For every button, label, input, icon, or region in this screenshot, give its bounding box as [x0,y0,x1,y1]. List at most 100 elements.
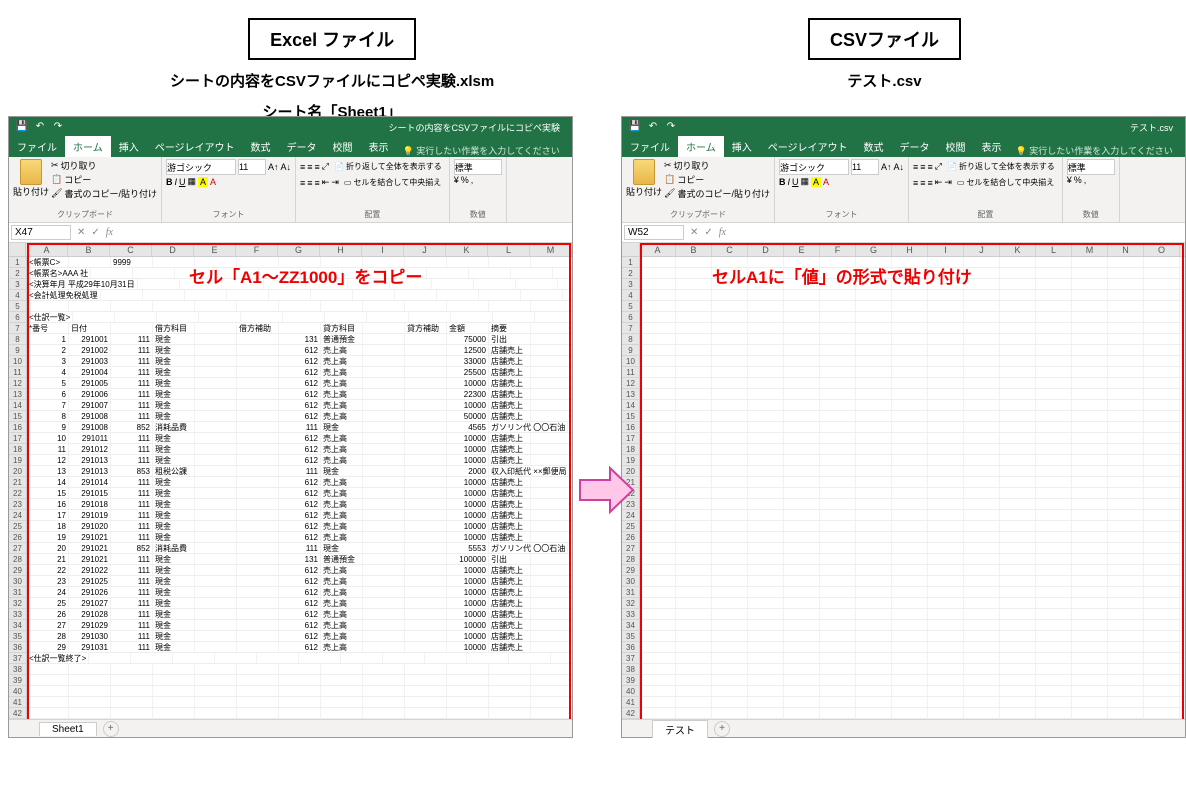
table-row[interactable]: 23291025111現金612売上高10000店舗売上 [27,576,572,587]
col-header[interactable]: M [530,243,572,256]
number-format-select[interactable] [1067,159,1115,175]
table-row[interactable] [27,675,572,686]
undo-icon[interactable]: ↶ [33,120,47,134]
table-row[interactable] [640,697,1185,708]
ribbon-search[interactable]: 💡 実行したい作業を入力してください [403,144,560,157]
table-row[interactable] [640,433,1185,444]
align-right-icon[interactable]: ≡ [928,178,933,188]
row-header[interactable]: 1 [9,257,27,268]
align-center-icon[interactable]: ≡ [920,178,925,188]
row-header[interactable]: 10 [622,356,640,367]
shrink-font-icon[interactable]: A↓ [893,162,904,172]
tab-data[interactable]: データ [279,136,325,157]
row-header[interactable]: 40 [622,686,640,697]
shrink-font-icon[interactable]: A↓ [280,162,291,172]
add-sheet-button[interactable]: + [714,721,730,737]
fill-color-button[interactable]: A [811,177,821,187]
table-row[interactable] [640,543,1185,554]
grid[interactable]: ABCDEFGHIJKLMNO 123456789101112131415161… [622,243,1185,719]
add-sheet-button[interactable]: + [103,721,119,737]
table-row[interactable] [640,565,1185,576]
col-header[interactable]: I [928,243,964,256]
col-header[interactable]: D [152,243,194,256]
row-header[interactable]: 34 [622,620,640,631]
table-row[interactable] [27,697,572,708]
row-header[interactable]: 33 [622,609,640,620]
row-header[interactable]: 16 [622,422,640,433]
table-row[interactable]: 5291005111現金612売上高10000店舗売上 [27,378,572,389]
table-row[interactable] [640,587,1185,598]
align-mid-icon[interactable]: ≡ [307,162,312,172]
table-row[interactable]: 16291018111現金612売上高10000店舗売上 [27,499,572,510]
align-top-icon[interactable]: ≡ [300,162,305,172]
row-header[interactable]: 32 [9,598,27,609]
underline-button[interactable]: U [179,177,186,187]
row-header[interactable]: 23 [9,499,27,510]
tab-data[interactable]: データ [892,136,938,157]
row-header[interactable]: 21 [9,477,27,488]
row-header[interactable]: 32 [622,598,640,609]
table-row[interactable]: 26291028111現金612売上高10000店舗売上 [27,609,572,620]
col-header[interactable]: J [404,243,446,256]
row-header[interactable]: 7 [622,323,640,334]
font-size-select[interactable] [851,159,879,175]
row-header[interactable]: 8 [9,334,27,345]
col-header[interactable]: I [362,243,404,256]
row-header[interactable]: 33 [9,609,27,620]
percent-icon[interactable]: % [461,175,469,185]
italic-button[interactable]: I [174,177,177,187]
tab-page[interactable]: ページレイアウト [147,136,243,157]
table-row[interactable]: 3291003111現金612売上高33000店舗売上 [27,356,572,367]
grid[interactable]: ABCDEFGHIJKLM 12345678910111213141516171… [9,243,572,719]
table-row[interactable]: 11291012111現金612売上高10000店舗売上 [27,444,572,455]
align-top-icon[interactable]: ≡ [913,162,918,172]
table-row[interactable] [640,378,1185,389]
row-header[interactable]: 22 [9,488,27,499]
table-row[interactable] [640,301,1185,312]
row-header[interactable]: 11 [9,367,27,378]
col-header[interactable]: L [488,243,530,256]
tab-view[interactable]: 表示 [974,136,1010,157]
table-row[interactable]: 27291029111現金612売上高10000店舗売上 [27,620,572,631]
italic-button[interactable]: I [787,177,790,187]
row-header[interactable]: 42 [622,708,640,719]
row-header[interactable]: 12 [622,378,640,389]
tab-review[interactable]: 校閲 [938,136,974,157]
tab-formula[interactable]: 数式 [856,136,892,157]
copy-button[interactable]: 📋コピー [664,173,770,186]
col-header[interactable]: E [194,243,236,256]
row-header[interactable]: 28 [9,554,27,565]
table-row[interactable]: 25291027111現金612売上高10000店舗売上 [27,598,572,609]
row-header[interactable]: 14 [9,400,27,411]
border-button[interactable]: ▦ [187,176,196,187]
table-row[interactable] [640,609,1185,620]
table-row[interactable] [640,455,1185,466]
ribbon-search[interactable]: 💡 実行したい作業を入力してください [1016,144,1173,157]
table-row[interactable] [27,664,572,675]
paste-button[interactable]: 貼り付け [626,159,662,201]
align-right-icon[interactable]: ≡ [315,178,320,188]
tab-home[interactable]: ホーム [65,136,111,157]
table-row[interactable] [640,422,1185,433]
format-painter-button[interactable]: 🖌書式のコピー/貼り付け [664,187,770,200]
table-row[interactable] [27,686,572,697]
col-header[interactable]: B [68,243,110,256]
indent-inc-icon[interactable]: ⇥ [331,177,339,188]
table-row[interactable] [640,675,1185,686]
table-row[interactable]: 10291011111現金612売上高10000店舗売上 [27,433,572,444]
table-row[interactable]: 2291002111現金612売上高12500店舗売上 [27,345,572,356]
comma-icon[interactable]: , [1084,175,1087,185]
table-row[interactable]: 22291022111現金612売上高10000店舗売上 [27,565,572,576]
table-row[interactable]: <仕訳一覧> [27,312,572,323]
number-format-select[interactable] [454,159,502,175]
copy-button[interactable]: 📋コピー [51,173,157,186]
col-header[interactable]: O [1144,243,1180,256]
row-header[interactable]: 37 [622,653,640,664]
row-header[interactable]: 15 [622,411,640,422]
table-row[interactable] [640,290,1185,301]
row-header[interactable]: 31 [9,587,27,598]
tab-page[interactable]: ページレイアウト [760,136,856,157]
table-row[interactable]: <仕訳一覧終了> [27,653,572,664]
wrap-text-button[interactable]: 📄折り返して全体を表示する [944,159,1058,174]
table-row[interactable]: 28291030111現金612売上高10000店舗売上 [27,631,572,642]
